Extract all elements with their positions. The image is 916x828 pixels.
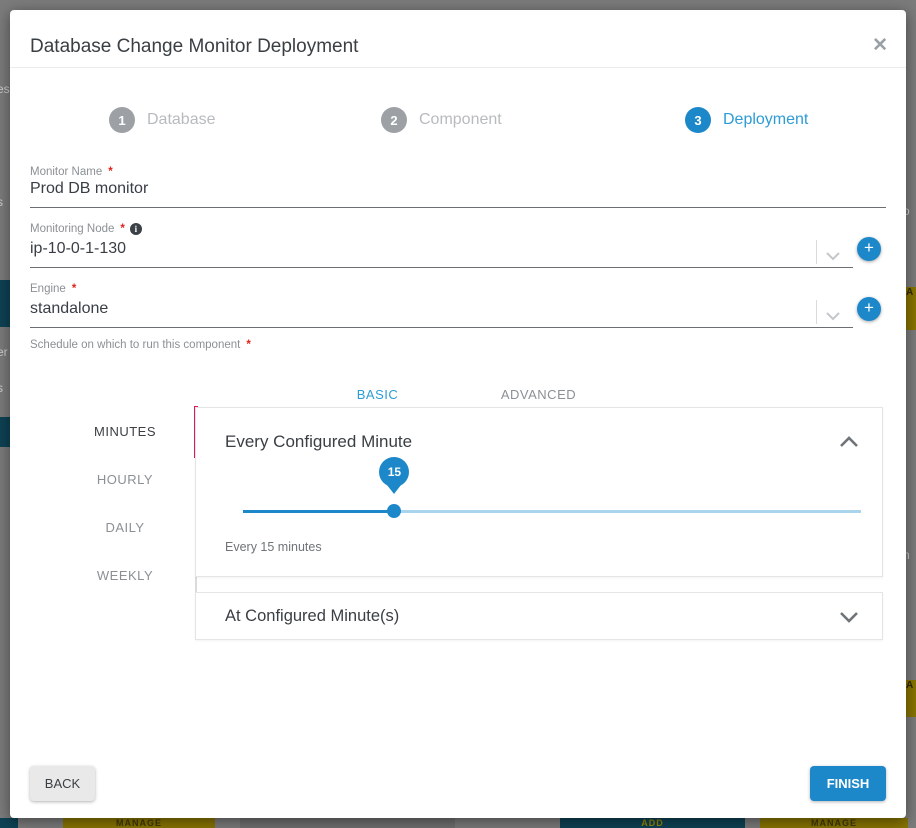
backdrop-left-strip: es s er s — [0, 0, 10, 828]
monitor-name-label: Monitor Name * — [30, 166, 113, 178]
step-deployment[interactable]: 3 Deployment — [685, 107, 808, 133]
backdrop-text-fragment: o — [906, 204, 910, 218]
back-button[interactable]: BACK — [30, 766, 95, 801]
backdrop-text-fragment: n — [906, 548, 910, 562]
deployment-wizard-modal: Database Change Monitor Deployment ✕ 1 D… — [10, 10, 906, 818]
backdrop-text-fragment: s — [0, 195, 3, 209]
side-tab-weekly[interactable]: WEEKLY — [50, 568, 200, 583]
input-underline — [30, 207, 886, 208]
add-node-button[interactable]: + — [857, 237, 881, 261]
monitoring-node-input[interactable] — [30, 240, 800, 264]
step-number: 1 — [109, 107, 135, 133]
input-underline — [30, 267, 853, 268]
dropdown-separator — [816, 300, 817, 324]
backdrop-block — [0, 818, 18, 828]
step-number: 2 — [381, 107, 407, 133]
slider-thumb[interactable] — [387, 504, 401, 518]
required-mark: * — [108, 166, 112, 178]
backdrop-button-manage: MANAGE — [760, 818, 908, 828]
backdrop-block — [0, 280, 10, 327]
every-configured-minute-panel: Every Configured Minute 15 Every 15 minu… — [195, 407, 883, 577]
required-mark: * — [72, 283, 76, 295]
label-text: Schedule on which to run this component — [30, 339, 240, 351]
panel-title: Every Configured Minute — [225, 432, 412, 452]
required-mark: * — [120, 223, 124, 235]
step-label: Database — [147, 111, 216, 129]
panel-title: At Configured Minute(s) — [225, 607, 399, 626]
tab-label: ADVANCED — [501, 387, 576, 402]
at-configured-minutes-panel[interactable]: At Configured Minute(s) — [195, 592, 883, 640]
backdrop-block — [0, 417, 10, 447]
label-text: Monitor Name — [30, 166, 102, 178]
schedule-label: Schedule on which to run this component * — [30, 339, 251, 351]
chevron-up-icon[interactable] — [840, 434, 858, 452]
step-component[interactable]: 2 Component — [381, 107, 502, 133]
step-number: 3 — [685, 107, 711, 133]
step-label: Component — [419, 111, 502, 129]
input-underline — [30, 327, 853, 328]
minute-slider[interactable]: 15 — [243, 504, 861, 518]
backdrop-right-strip: o A n A — [906, 0, 916, 828]
finish-button[interactable]: FINISH — [810, 766, 886, 801]
backdrop-block: A — [906, 287, 916, 330]
tab-label: BASIC — [357, 387, 399, 402]
chevron-down-icon[interactable] — [826, 248, 840, 266]
slider-caption: Every 15 minutes — [225, 540, 322, 554]
monitor-name-input[interactable] — [30, 180, 886, 204]
chevron-down-icon[interactable] — [840, 610, 858, 628]
backdrop-text-fragment: s — [0, 381, 3, 395]
backdrop-block: A — [906, 680, 916, 717]
side-tab-daily[interactable]: DAILY — [50, 520, 200, 535]
backdrop-text-fragment: es — [0, 82, 10, 96]
chevron-down-icon[interactable] — [826, 308, 840, 326]
required-mark: * — [246, 339, 250, 351]
monitoring-node-label: Monitoring Node * i — [30, 223, 142, 235]
close-icon[interactable]: ✕ — [872, 34, 888, 57]
header-divider — [10, 67, 906, 68]
backdrop-text-fragment: er — [0, 345, 8, 359]
engine-input[interactable] — [30, 300, 800, 324]
backdrop-button-add: ADD — [560, 818, 745, 828]
info-icon[interactable]: i — [130, 223, 142, 235]
label-text: Engine — [30, 283, 66, 295]
backdrop-button-manage: MANAGE — [63, 818, 215, 828]
dropdown-separator — [816, 240, 817, 264]
step-label: Deployment — [723, 111, 808, 129]
side-tab-hourly[interactable]: HOURLY — [50, 472, 200, 487]
slider-value-balloon: 15 — [379, 457, 409, 487]
add-engine-button[interactable]: + — [857, 297, 881, 321]
label-text: Monitoring Node — [30, 223, 114, 235]
side-tab-minutes[interactable]: MINUTES — [50, 424, 200, 439]
backdrop-bottom-strip: MANAGE ADD MANAGE — [0, 818, 916, 828]
slider-balloon-tail — [387, 485, 401, 494]
step-database[interactable]: 1 Database — [109, 107, 216, 133]
backdrop-button — [240, 818, 455, 828]
engine-label: Engine * — [30, 283, 76, 295]
modal-title: Database Change Monitor Deployment — [30, 36, 358, 58]
slider-fill — [243, 510, 394, 513]
